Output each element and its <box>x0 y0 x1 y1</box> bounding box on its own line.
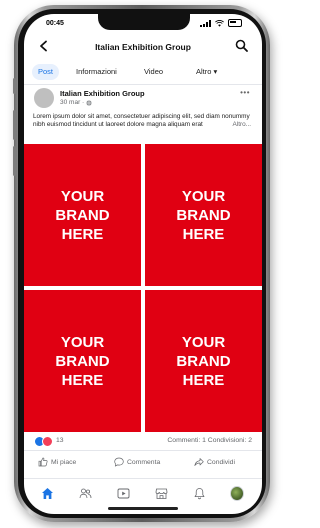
phone-side-button <box>13 146 16 176</box>
phone-side-button <box>13 78 16 94</box>
share-label: Condividi <box>207 458 235 466</box>
marketplace-icon <box>155 488 167 499</box>
avatar[interactable] <box>34 88 54 108</box>
more-options-icon[interactable]: ••• <box>240 88 250 97</box>
tab-altro[interactable]: Altro ▾ <box>190 64 223 80</box>
tab-video[interactable]: Video <box>138 64 169 80</box>
tab-informazioni[interactable]: Informazioni <box>70 64 123 80</box>
bottom-nav <box>24 478 262 507</box>
globe-icon <box>86 99 92 106</box>
comment-button[interactable]: Commenta <box>114 457 160 467</box>
video-icon <box>117 488 129 498</box>
stage: 00:45 Italian Exhibition Group Post Info… <box>0 0 275 528</box>
thumbs-up-icon <box>38 457 48 467</box>
nav-marketplace[interactable] <box>154 486 168 500</box>
post-actions: Mi piace Commenta Condividi <box>24 450 262 473</box>
comments-shares-summary[interactable]: Commenti: 1 Condivisioni: 2 <box>167 437 252 444</box>
post-meta: 30 mar · <box>60 99 92 106</box>
nav-friends[interactable] <box>78 486 92 500</box>
post-date: 30 mar · <box>60 99 85 106</box>
reactions-bar: 13 Commenti: 1 Condivisioni: 2 <box>24 434 262 448</box>
brand-tile-label: YOUR BRAND HERE <box>55 187 110 243</box>
search-icon[interactable] <box>235 39 248 52</box>
page-tabs: Post Informazioni Video Altro ▾ <box>24 62 262 85</box>
brand-tile[interactable]: YOUR BRAND HERE <box>145 144 262 286</box>
love-reaction-icon <box>42 436 53 447</box>
nav-notifications[interactable] <box>192 486 206 500</box>
nav-video[interactable] <box>116 486 130 500</box>
brand-tile[interactable]: YOUR BRAND HERE <box>24 290 141 432</box>
post-body: Lorem ipsum dolor sit amet, consectetuer… <box>33 113 250 128</box>
reaction-icons[interactable] <box>34 436 53 447</box>
like-button[interactable]: Mi piace <box>38 457 76 467</box>
home-icon <box>41 487 53 499</box>
post-header: Italian Exhibition Group 30 mar · ••• <box>24 86 262 114</box>
like-label: Mi piace <box>51 458 77 466</box>
chevron-left-icon[interactable] <box>38 40 50 52</box>
brand-tile-label: YOUR BRAND HERE <box>55 333 110 389</box>
share-button[interactable]: Condividi <box>194 457 235 467</box>
reaction-count[interactable]: 13 <box>56 437 64 444</box>
status-icons <box>200 19 242 27</box>
home-indicator <box>108 507 178 510</box>
battery-icon <box>228 19 242 27</box>
page-header: Italian Exhibition Group <box>24 36 262 58</box>
profile-avatar <box>230 485 244 501</box>
nav-home[interactable] <box>40 486 54 500</box>
tab-post[interactable]: Post <box>32 64 60 80</box>
post-image-grid: YOUR BRAND HERE YOUR BRAND HERE YOUR BRA… <box>24 144 262 432</box>
signal-icon <box>200 19 211 27</box>
wifi-icon <box>215 19 224 27</box>
share-icon <box>194 458 204 466</box>
phone-notch <box>98 14 190 30</box>
page-title: Italian Exhibition Group <box>95 42 191 52</box>
bell-icon <box>194 487 204 499</box>
brand-tile-label: YOUR BRAND HERE <box>176 187 231 243</box>
nav-profile[interactable] <box>230 485 244 501</box>
comment-icon <box>114 457 124 467</box>
phone-side-button <box>13 110 16 140</box>
brand-tile[interactable]: YOUR BRAND HERE <box>145 290 262 432</box>
phone-screen: 00:45 Italian Exhibition Group Post Info… <box>24 14 262 514</box>
comment-label: Commenta <box>127 458 161 466</box>
brand-tile[interactable]: YOUR BRAND HERE <box>24 144 141 286</box>
brand-tile-label: YOUR BRAND HERE <box>176 333 231 389</box>
post-text: Lorem ipsum dolor sit amet, consectetuer… <box>33 113 255 129</box>
see-more-link[interactable]: Altro... <box>233 121 251 129</box>
status-time: 00:45 <box>46 20 64 27</box>
friends-icon <box>79 488 91 498</box>
post-author[interactable]: Italian Exhibition Group <box>60 89 145 98</box>
